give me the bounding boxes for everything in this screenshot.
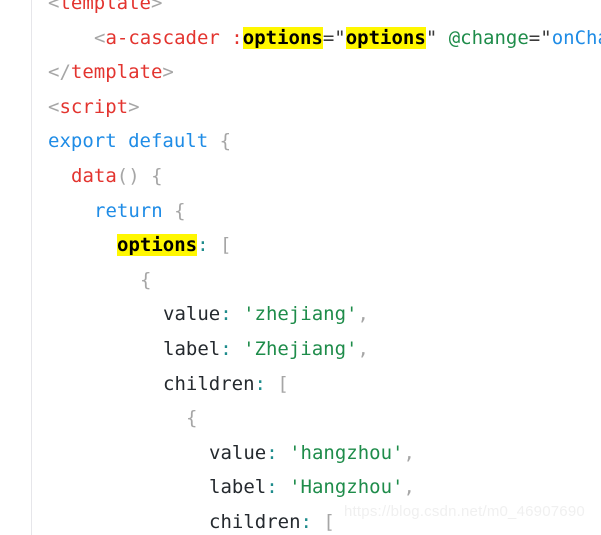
code-token: " [425, 26, 438, 49]
code-line[interactable]: label: 'Zhejiang', [0, 332, 601, 367]
code-line[interactable]: </template> [0, 55, 601, 90]
code-token: template [70, 61, 163, 84]
code-line[interactable]: <template> [0, 0, 601, 21]
code-token: a-cascader [105, 26, 220, 49]
code-token: : [266, 476, 278, 499]
code-token: () [116, 164, 140, 187]
code-token: " [334, 26, 346, 49]
code-token: value [209, 441, 267, 464]
code-token: { [186, 407, 198, 430]
code-line[interactable]: children: [ [0, 367, 601, 402]
code-token: [ [323, 510, 335, 533]
code-line[interactable]: value: 'zhejiang', [0, 297, 601, 332]
code-line[interactable]: { [0, 401, 601, 436]
code-line[interactable]: value: 'hangzhou', [0, 436, 601, 471]
code-token: = [322, 26, 335, 49]
code-token: : [197, 234, 209, 257]
code-token: , [403, 441, 415, 464]
code-token: { [151, 164, 163, 187]
code-line[interactable]: return { [0, 194, 601, 229]
code-token: , [403, 476, 415, 499]
code-token: : [220, 337, 232, 360]
code-line[interactable]: options: [ [0, 228, 601, 263]
code-snippet-viewport: <template> <a-cascader :options="options"… [0, 0, 601, 535]
code-token: { [219, 130, 232, 153]
code-line[interactable]: <a-cascader :options="options" @change="… [0, 21, 601, 56]
code-token: = [528, 26, 541, 49]
code-token: export default [48, 130, 209, 153]
code-token: 'hangzhou' [289, 441, 404, 464]
code-line[interactable]: export default { [0, 124, 601, 159]
code-token: , [357, 303, 369, 326]
code-token: : [220, 303, 232, 326]
code-token: label [163, 337, 221, 360]
search-highlight: options [117, 234, 198, 257]
code-token: : [231, 26, 243, 49]
code-token: { [140, 268, 152, 291]
code-line[interactable]: data() { [0, 159, 601, 194]
code-token: [ [277, 372, 289, 395]
code-token: > [128, 95, 140, 118]
code-token: template [59, 0, 151, 14]
code-token: @change [448, 26, 529, 49]
code-token: script [59, 95, 129, 118]
code-token: children [209, 510, 301, 533]
code-token: label [209, 476, 267, 499]
watermark-text: https://blog.csdn.net/m0_46907690 [344, 503, 585, 520]
code-token: < [94, 26, 106, 49]
code-token: < [48, 0, 60, 14]
code-token: : [254, 372, 266, 395]
code-token: < [48, 95, 60, 118]
code-listing[interactable]: <template> <a-cascader :options="options"… [0, 0, 601, 535]
code-token: return [94, 199, 163, 222]
code-token: </ [48, 61, 71, 84]
code-line[interactable]: <script> [0, 90, 601, 125]
code-token: onChange [551, 26, 601, 49]
code-token: 'Zhejiang' [243, 337, 358, 360]
code-token: , [357, 337, 369, 360]
code-token: > [150, 0, 163, 14]
code-token: data [71, 164, 117, 187]
code-token: children [163, 372, 255, 395]
search-highlight: options [345, 26, 426, 49]
code-token: value [163, 303, 221, 326]
search-highlight: options [242, 26, 323, 49]
code-line[interactable]: label: 'Hangzhou', [0, 470, 601, 505]
code-token: 'Hangzhou' [289, 476, 404, 499]
code-token: > [162, 61, 174, 84]
code-token: : [266, 441, 278, 464]
code-line[interactable]: { [0, 263, 601, 298]
code-token: { [174, 199, 186, 222]
code-token: [ [219, 234, 232, 257]
code-token: 'zhejiang' [243, 303, 358, 326]
code-token: : [300, 510, 312, 533]
code-token: " [540, 26, 552, 49]
